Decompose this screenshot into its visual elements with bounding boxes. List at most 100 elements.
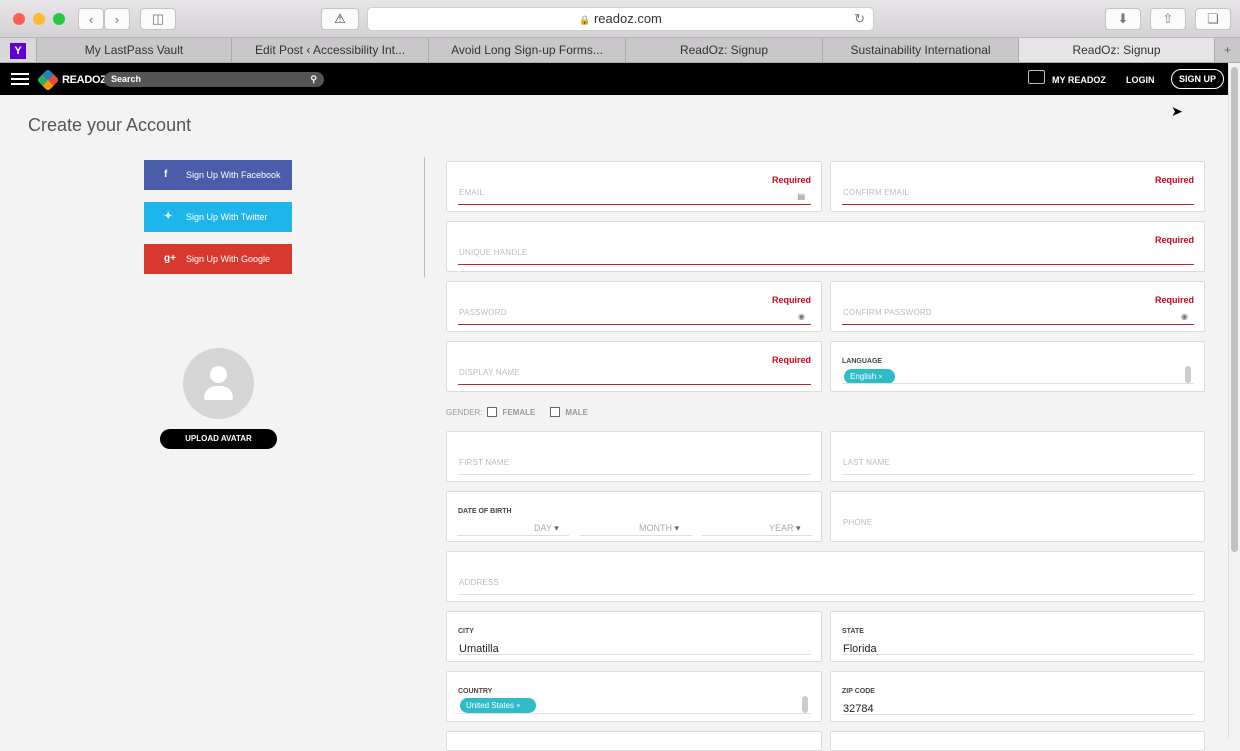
scrollbar-thumb[interactable]: [1231, 67, 1238, 552]
country-select[interactable]: COUNTRY United States ×: [446, 671, 822, 722]
phone-field[interactable]: PHONE: [830, 491, 1205, 542]
warning-icon: ⚠: [334, 11, 346, 26]
password-field[interactable]: Required PASSWORD ◉: [446, 281, 822, 332]
field-underline: [842, 654, 1194, 655]
share-icon: ⇧: [1162, 11, 1174, 26]
month-text: MONTH: [639, 523, 672, 533]
address-field[interactable]: ADDRESS: [446, 551, 1205, 602]
sidebar-toggle-button[interactable]: ◫: [140, 8, 176, 30]
confirm-email-field[interactable]: Required CONFIRM EMAIL: [830, 161, 1205, 212]
share-button[interactable]: ⇧: [1150, 8, 1186, 30]
sidebar-icon: ◫: [151, 11, 165, 26]
caret-down-icon: ▾: [674, 523, 680, 533]
tab-1[interactable]: My LastPass Vault: [37, 38, 232, 62]
new-tab-button[interactable]: +: [1215, 38, 1240, 62]
twitter-signup-label: Sign Up With Twitter: [186, 212, 268, 222]
tab-2[interactable]: Edit Post ‹ Accessibility Int...: [232, 38, 429, 62]
multiselect-scrollbar[interactable]: [1185, 366, 1191, 383]
unique-handle-field[interactable]: Required UNIQUE HANDLE: [446, 221, 1205, 272]
remove-chip-icon[interactable]: ×: [516, 703, 520, 710]
tab-3[interactable]: Avoid Long Sign-up Forms...: [429, 38, 626, 62]
language-select[interactable]: LANGUAGE English ×: [830, 341, 1205, 392]
password-key-icon[interactable]: ◉: [1181, 312, 1188, 321]
language-chip[interactable]: English ×: [844, 369, 895, 384]
language-chip-text: English: [850, 372, 877, 381]
menu-icon: [11, 73, 29, 75]
field-underline: [842, 383, 1194, 384]
field-underline: [842, 474, 1194, 475]
download-icon: ⬇: [1117, 11, 1129, 26]
twitter-signup-button[interactable]: ✦ Sign Up With Twitter: [144, 202, 292, 232]
search-icon[interactable]: ⚲: [310, 72, 317, 87]
downloads-button[interactable]: ⬇: [1105, 8, 1141, 30]
reload-icon[interactable]: ↻: [854, 8, 865, 30]
handle-placeholder: UNIQUE HANDLE: [459, 248, 528, 257]
lastpass-icon[interactable]: ▤: [797, 192, 805, 201]
minimize-window-button[interactable]: [33, 13, 45, 25]
male-checkbox[interactable]: [550, 407, 561, 417]
search-input[interactable]: Search ⚲: [104, 72, 324, 87]
user-head-icon: [210, 366, 227, 383]
last-name-placeholder: LAST NAME: [843, 458, 890, 467]
tabs-overview-button[interactable]: ❏: [1195, 8, 1231, 30]
warning-button[interactable]: ⚠: [321, 8, 359, 30]
last-name-field[interactable]: LAST NAME: [830, 431, 1205, 482]
twitter-icon: ✦: [164, 211, 173, 222]
user-body-icon: [204, 386, 233, 400]
remove-chip-icon[interactable]: ×: [878, 374, 882, 381]
signup-button[interactable]: SIGN UP: [1171, 69, 1225, 89]
city-field[interactable]: CITY Umatilla: [446, 611, 822, 662]
caret-down-icon: ▾: [796, 523, 801, 533]
male-label[interactable]: MALE: [565, 408, 588, 417]
day-select[interactable]: DAY ▾: [534, 523, 559, 534]
my-readoz-link[interactable]: MY READOZ: [1052, 75, 1106, 85]
password-placeholder: PASSWORD: [459, 308, 507, 317]
tab-4[interactable]: ReadOz: Signup: [626, 38, 823, 62]
state-field[interactable]: STATE Florida: [830, 611, 1205, 662]
city-label: CITY: [458, 628, 474, 635]
address-bar[interactable]: 🔒 readoz.com ↻: [367, 7, 874, 31]
hamburger-menu-button[interactable]: [11, 73, 29, 86]
email-field[interactable]: Required EMAIL ▤: [446, 161, 822, 212]
next-field-right[interactable]: [830, 731, 1205, 751]
upload-avatar-button[interactable]: UPLOAD AVATAR: [160, 429, 277, 449]
field-underline: [842, 714, 1194, 715]
country-chip[interactable]: United States ×: [460, 698, 536, 713]
gender-selector: GENDER: FEMALE MALE: [446, 407, 598, 417]
google-signup-button[interactable]: g+ Sign Up With Google: [144, 244, 292, 274]
female-checkbox[interactable]: [487, 407, 498, 417]
month-select[interactable]: MONTH ▾: [639, 523, 679, 534]
female-label[interactable]: FEMALE: [502, 408, 535, 417]
multiselect-scrollbar[interactable]: [802, 696, 808, 713]
login-link[interactable]: LOGIN: [1126, 75, 1155, 85]
day-text: DAY: [534, 523, 552, 533]
tabs-icon: ❏: [1207, 11, 1219, 26]
page-scrollbar[interactable]: [1228, 63, 1240, 739]
back-button[interactable]: ‹: [78, 8, 104, 30]
facebook-icon: f: [164, 169, 168, 180]
google-signup-label: Sign Up With Google: [186, 254, 271, 264]
mouse-cursor-icon: ➤: [1171, 103, 1183, 119]
next-field-left[interactable]: [446, 731, 822, 751]
menu-icon-bar: [11, 83, 29, 85]
year-text: YEAR: [769, 523, 794, 533]
maximize-window-button[interactable]: [53, 13, 65, 25]
year-select[interactable]: YEAR ▾: [769, 523, 801, 534]
password-key-icon[interactable]: ◉: [798, 312, 805, 321]
first-name-field[interactable]: FIRST NAME: [446, 431, 822, 482]
site-header: READOZ Search ⚲ MY READOZ LOGIN SIGN UP: [0, 63, 1228, 95]
pinned-tab-yahoo[interactable]: Y: [0, 38, 37, 62]
field-underline: [842, 204, 1194, 205]
tab-6-active[interactable]: ReadOz: Signup: [1019, 38, 1215, 62]
field-underline: [458, 594, 1194, 595]
readoz-logo[interactable]: READOZ: [36, 68, 107, 92]
close-window-button[interactable]: [13, 13, 25, 25]
forward-button[interactable]: ›: [104, 8, 130, 30]
confirm-password-field[interactable]: Required CONFIRM PASSWORD ◉: [830, 281, 1205, 332]
display-name-field[interactable]: Required DISPLAY NAME: [446, 341, 822, 392]
field-underline: [702, 535, 812, 536]
facebook-signup-button[interactable]: f Sign Up With Facebook: [144, 160, 292, 190]
field-underline: [458, 713, 811, 714]
zip-code-field[interactable]: ZIP CODE 32784: [830, 671, 1205, 722]
tab-5[interactable]: Sustainability International: [823, 38, 1019, 62]
